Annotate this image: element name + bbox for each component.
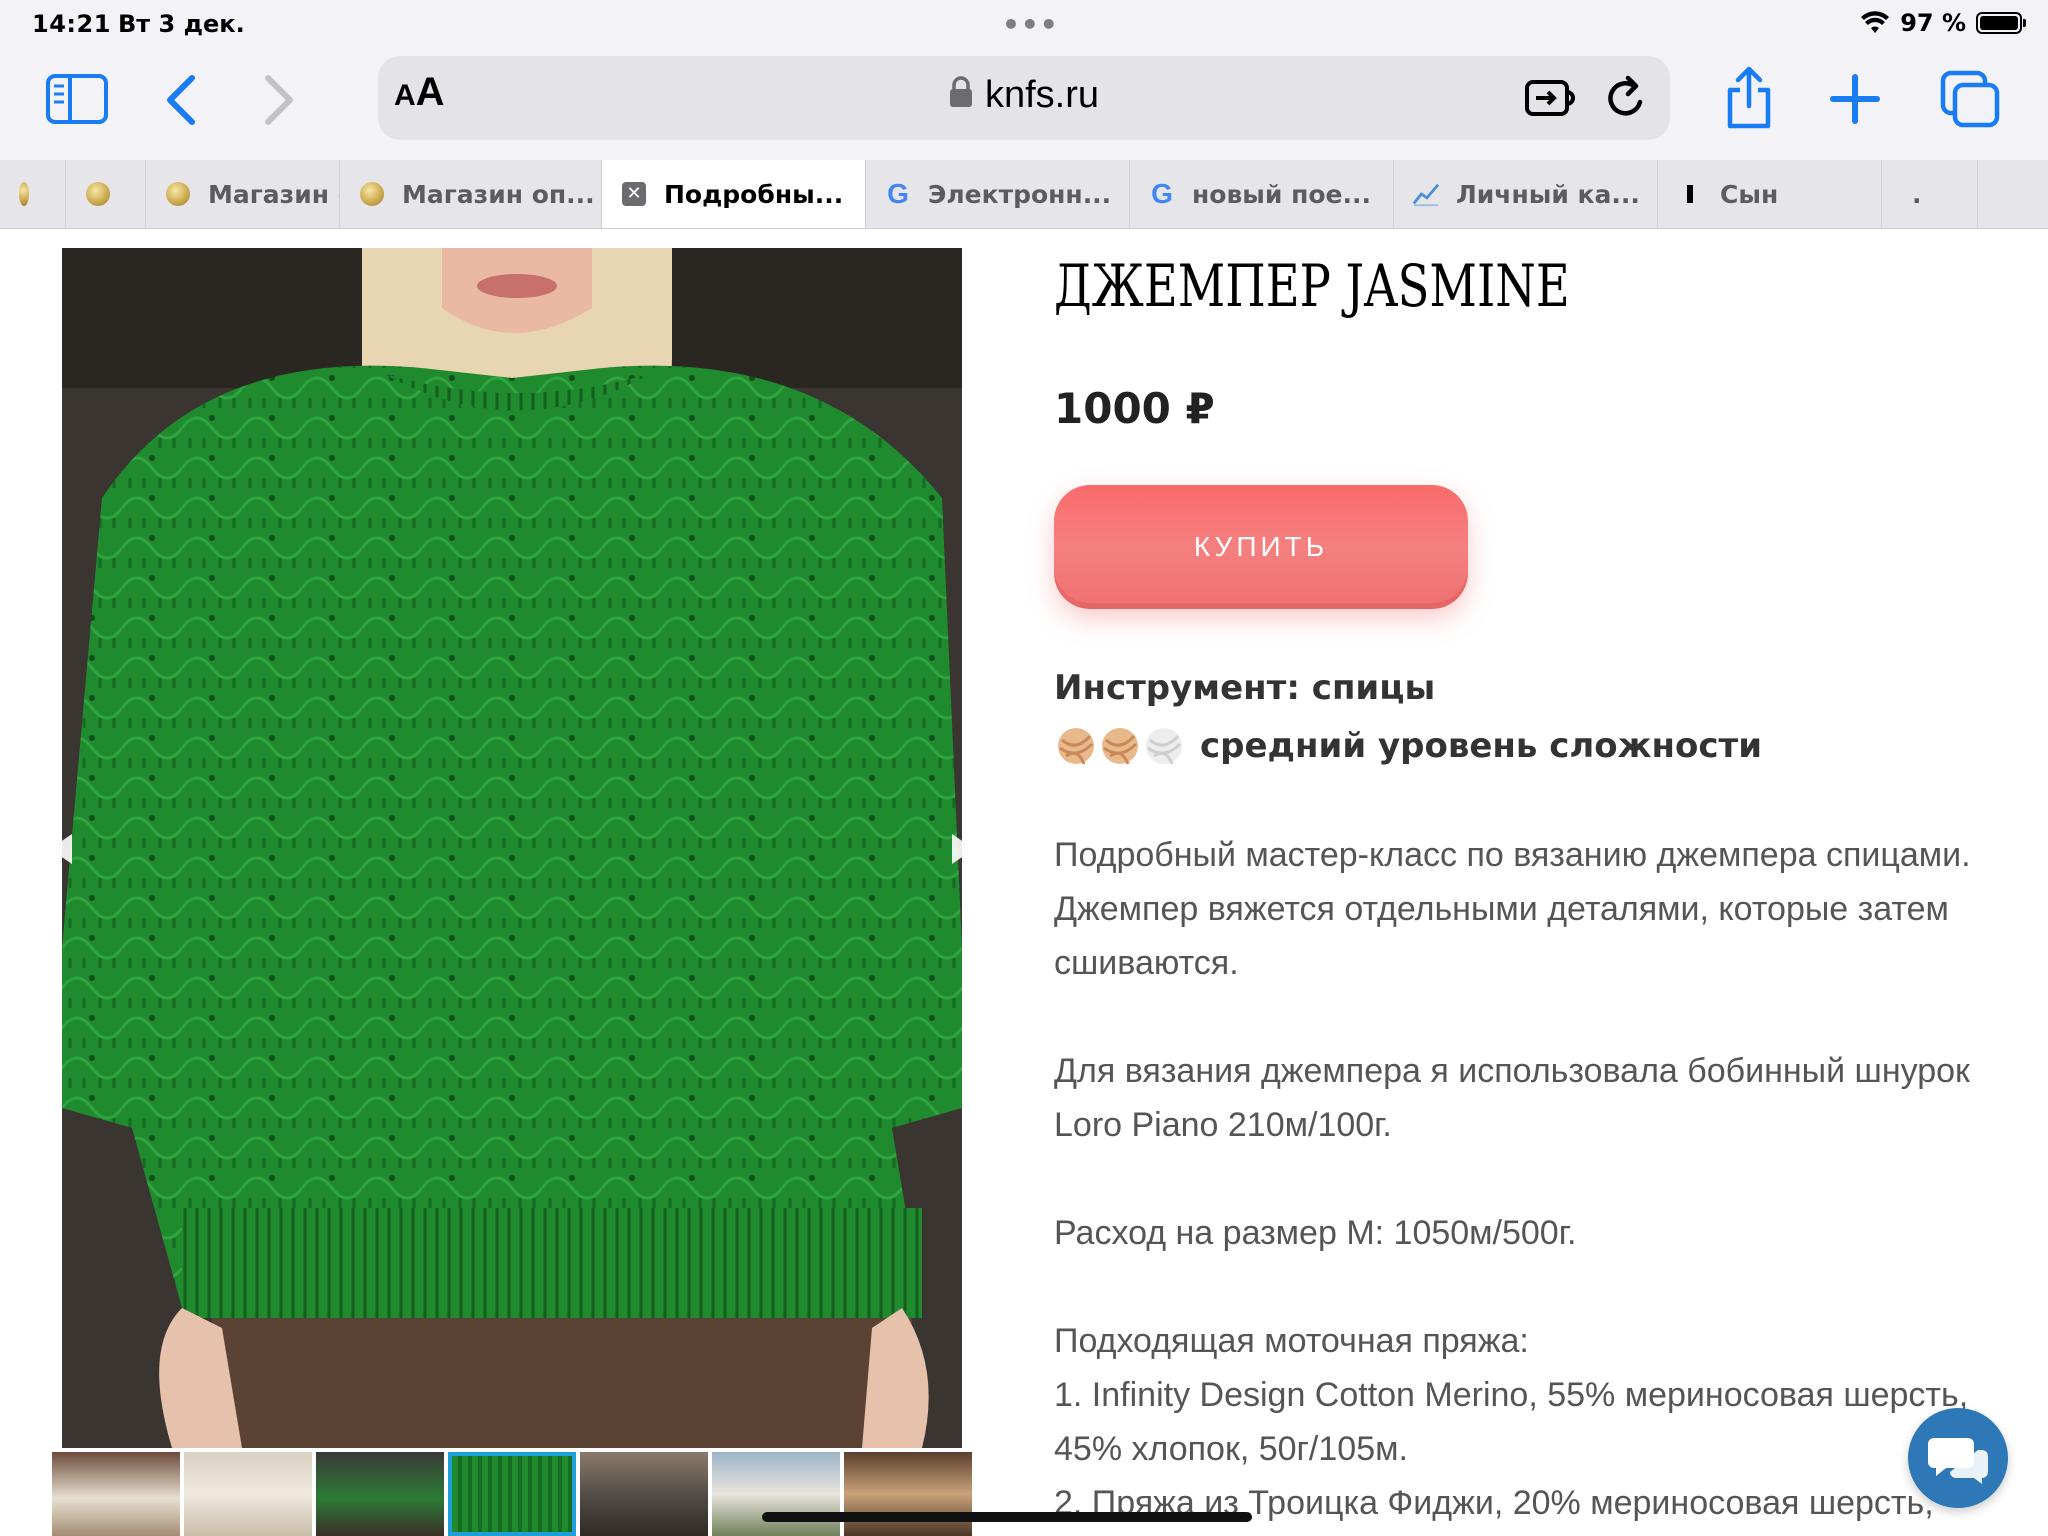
tab-item[interactable]: Сын bbox=[1658, 160, 1882, 228]
multitasking-dots-icon[interactable]: ••• bbox=[1002, 8, 1059, 41]
tab-item[interactable] bbox=[0, 160, 66, 228]
lock-icon bbox=[949, 75, 973, 118]
battery-percent: 97 % bbox=[1900, 9, 1966, 37]
close-tab-icon[interactable]: ✕ bbox=[620, 180, 648, 208]
chart-favicon-icon bbox=[1412, 180, 1440, 208]
favicon-icon bbox=[358, 180, 386, 208]
tab-item[interactable]: Gновый пое... bbox=[1130, 160, 1394, 228]
favicon-icon bbox=[1676, 180, 1704, 208]
extension-icon[interactable] bbox=[1524, 76, 1578, 120]
difficulty-text: средний уровень сложности bbox=[1200, 726, 1763, 766]
favicon-icon bbox=[164, 180, 192, 208]
clock: 14:21 bbox=[32, 10, 111, 38]
google-icon: G bbox=[887, 178, 909, 209]
description-paragraph: Подробный мастер-класс по вязанию джемпе… bbox=[1054, 836, 1971, 982]
description-paragraph: Для вязания джемпера я использовала боби… bbox=[1054, 1052, 1970, 1144]
wifi-icon bbox=[1861, 11, 1890, 33]
thumbnail-active[interactable] bbox=[448, 1452, 576, 1536]
chat-button[interactable] bbox=[1908, 1408, 2008, 1508]
battery-icon bbox=[1976, 12, 2026, 34]
yarn-option: 1. Infinity Design Cotton Merino, 55% ме… bbox=[1054, 1376, 1969, 1468]
tab-item[interactable] bbox=[66, 160, 146, 228]
yarn-ball-empty-icon bbox=[1142, 722, 1186, 770]
sidebar-icon[interactable] bbox=[46, 74, 108, 124]
address-bar[interactable]: AA knfs.ru bbox=[378, 56, 1670, 140]
thumbnail[interactable] bbox=[316, 1452, 444, 1536]
browser-toolbar: AA knfs.ru bbox=[0, 46, 2048, 160]
thumbnail[interactable] bbox=[184, 1452, 312, 1536]
slider-next-arrow-icon[interactable] bbox=[950, 832, 976, 870]
tabs-overview-icon[interactable] bbox=[1940, 70, 2000, 128]
chat-bubble-icon bbox=[1928, 1438, 1988, 1484]
description-paragraph: Расход на размер М: 1050м/500г. bbox=[1054, 1214, 1577, 1252]
new-tab-icon[interactable] bbox=[1830, 74, 1880, 124]
thumbnail[interactable] bbox=[580, 1452, 708, 1536]
favicon-icon bbox=[10, 180, 38, 208]
share-icon[interactable] bbox=[1722, 66, 1776, 130]
yarn-ball-icon bbox=[1098, 722, 1142, 770]
tab-item[interactable]: Магазин о bbox=[146, 160, 340, 228]
date: Вт 3 дек. bbox=[118, 10, 245, 38]
yarn-heading: Подходящая моточная пряжа: bbox=[1054, 1322, 1529, 1360]
yarn-ball-icon bbox=[1054, 722, 1098, 770]
product-price: 1000 ₽ bbox=[1054, 384, 1215, 433]
reload-icon[interactable] bbox=[1604, 74, 1650, 122]
slider-prev-arrow-icon[interactable] bbox=[48, 832, 74, 870]
thumbnail[interactable] bbox=[712, 1452, 840, 1536]
tab-item[interactable]: Личный ка... bbox=[1394, 160, 1658, 228]
thumbnail[interactable] bbox=[52, 1452, 180, 1536]
difficulty-level: средний уровень сложности bbox=[1054, 722, 1762, 770]
google-icon: G bbox=[1151, 178, 1173, 209]
instrument-label: Инструмент: спицы bbox=[1054, 668, 1436, 708]
tab-item[interactable]: Магазин оп... bbox=[340, 160, 602, 228]
favicon-icon bbox=[84, 180, 112, 208]
tab-bar: Магазин о Магазин оп... ✕Подробны... GЭл… bbox=[0, 160, 2048, 229]
url-text: knfs.ru bbox=[984, 74, 1100, 116]
back-icon[interactable] bbox=[164, 74, 198, 126]
thumbnail-strip bbox=[52, 1452, 972, 1536]
product-title: ДЖЕМПЕР JASMINE bbox=[1054, 252, 1570, 320]
tab-item[interactable]: . bbox=[1882, 160, 1978, 228]
product-photo[interactable] bbox=[62, 248, 962, 1448]
tab-item[interactable]: G Электронн... bbox=[866, 160, 1130, 228]
forward-icon[interactable] bbox=[262, 74, 296, 126]
status-bar: 14:21 Вт 3 дек. ••• 97 % bbox=[0, 0, 2048, 46]
buy-button[interactable]: КУПИТЬ bbox=[1054, 485, 1468, 609]
tab-active[interactable]: ✕ Подробны... bbox=[602, 160, 866, 228]
product-description: Подробный мастер-класс по вязанию джемпе… bbox=[1054, 828, 1984, 1530]
thumbnail[interactable] bbox=[844, 1452, 972, 1536]
home-indicator bbox=[762, 1512, 1252, 1522]
